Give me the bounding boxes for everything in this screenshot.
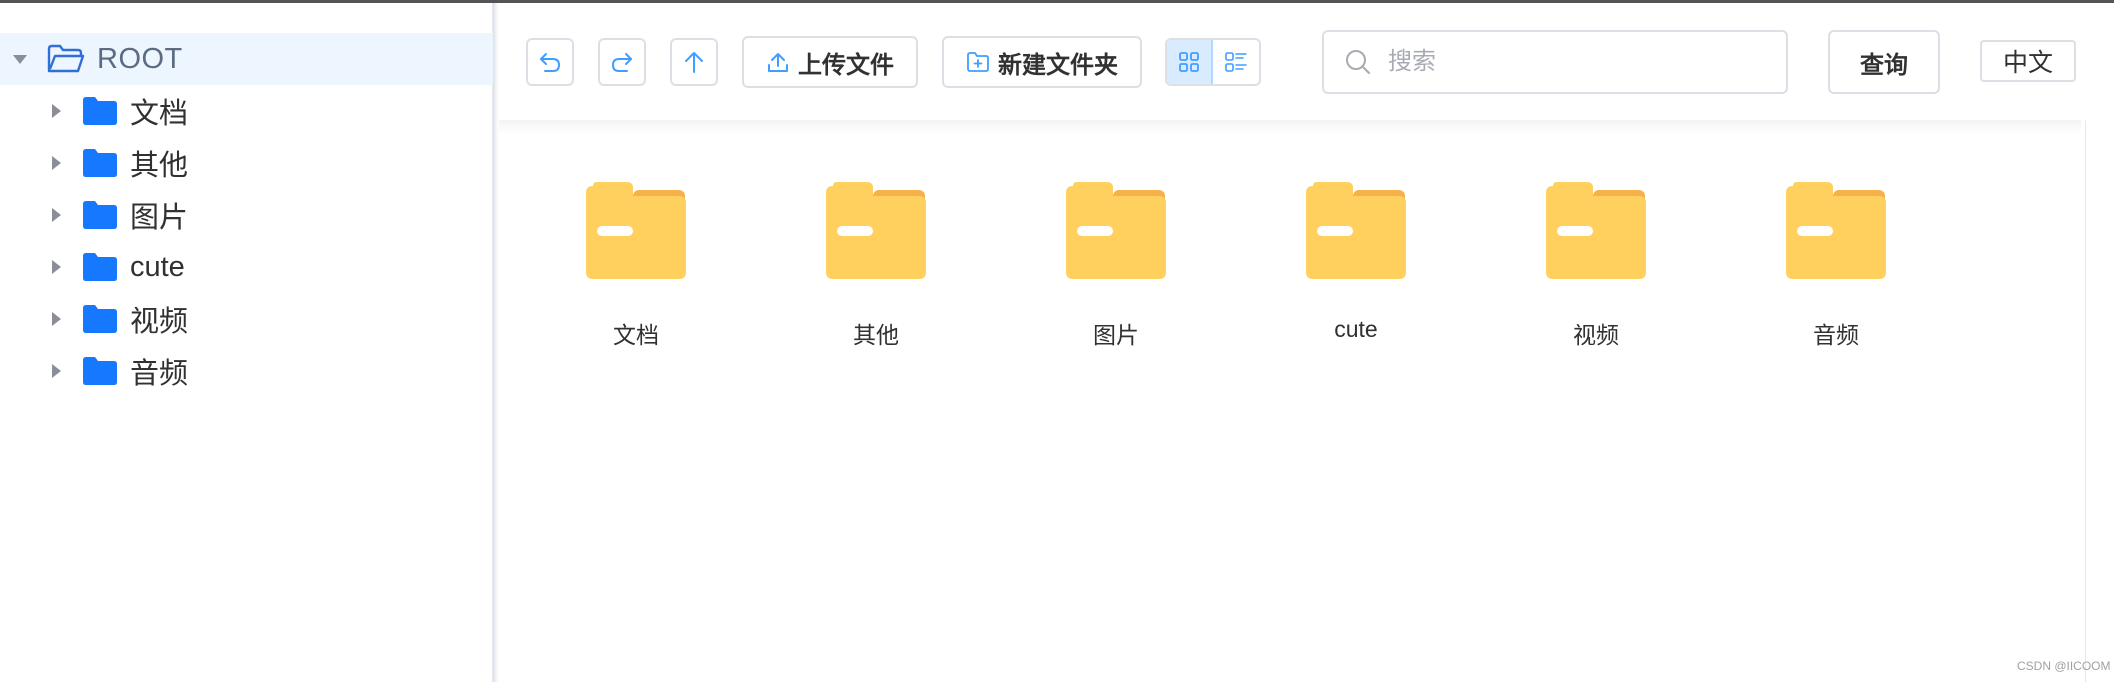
grid-view-button[interactable] <box>1167 40 1214 84</box>
language-switch-button[interactable]: 中文 <box>1980 40 2076 82</box>
folder-icon <box>83 97 117 125</box>
tree-node-audio[interactable]: 音频 <box>0 345 493 397</box>
list-view-button[interactable] <box>1213 40 1259 84</box>
folder-icon <box>1785 178 1887 286</box>
tree-node-label: cute <box>130 250 185 283</box>
query-button[interactable]: 查询 <box>1828 30 1940 94</box>
folder-item-audio[interactable]: 音频 <box>1756 178 1916 358</box>
folder-item-images[interactable]: 图片 <box>1036 178 1196 358</box>
folder-item-cute[interactable]: cute <box>1276 178 1436 358</box>
up-directory-button[interactable] <box>670 38 718 86</box>
folder-icon <box>1305 178 1407 286</box>
tree-node-label: ROOT <box>97 42 183 75</box>
new-folder-label: 新建文件夹 <box>998 51 1118 79</box>
folder-open-icon <box>47 44 85 74</box>
folder-icon <box>1065 178 1167 286</box>
new-folder-button[interactable]: 新建文件夹 <box>942 36 1142 88</box>
folder-item-docs[interactable]: 文档 <box>556 178 716 358</box>
folder-name: 文档 <box>613 322 659 348</box>
tree-node-images[interactable]: 图片 <box>0 189 493 241</box>
tree-node-cute[interactable]: cute <box>0 241 493 293</box>
grid-icon <box>1177 50 1201 74</box>
folder-name: 音频 <box>1813 322 1859 348</box>
folder-icon <box>83 253 117 281</box>
content-scrollbar-track[interactable] <box>2085 120 2086 682</box>
tree-node-label: 音频 <box>130 358 189 390</box>
search-icon <box>1344 48 1372 76</box>
undo-button[interactable] <box>526 38 574 86</box>
tree-node-docs[interactable]: 文档 <box>0 85 493 137</box>
folder-name: cute <box>1334 316 1378 342</box>
caret-right-icon[interactable] <box>52 312 61 326</box>
folder-icon <box>83 149 117 177</box>
sidebar-divider <box>493 3 499 682</box>
tree-node-other[interactable]: 其他 <box>0 137 493 189</box>
search-input[interactable] <box>1388 48 1768 76</box>
toolbar-separator <box>499 120 2081 134</box>
folder-icon <box>585 178 687 286</box>
language-label: 中文 <box>2002 49 2053 77</box>
caret-down-icon[interactable] <box>13 54 27 64</box>
redo-button[interactable] <box>598 38 646 86</box>
watermark-text: CSDN @IICOOM <box>2017 659 2111 673</box>
caret-right-icon[interactable] <box>52 208 61 222</box>
folder-name: 其他 <box>853 322 899 348</box>
tree-node-label: 图片 <box>130 202 189 234</box>
undo-icon <box>537 49 563 75</box>
tree-node-label: 其他 <box>130 150 189 182</box>
query-label: 查询 <box>1860 51 1908 79</box>
folder-icon <box>83 305 117 333</box>
list-icon <box>1224 50 1248 74</box>
tree-node-label: 视频 <box>130 306 189 338</box>
view-mode-toggle <box>1165 38 1261 86</box>
folder-add-icon <box>966 50 990 74</box>
folder-name: 图片 <box>1093 322 1139 348</box>
folder-item-videos[interactable]: 视频 <box>1516 178 1676 358</box>
tree-node-label: 文档 <box>130 98 189 130</box>
tree-node-videos[interactable]: 视频 <box>0 293 493 345</box>
caret-right-icon[interactable] <box>52 260 61 274</box>
caret-right-icon[interactable] <box>52 104 61 118</box>
folder-item-other[interactable]: 其他 <box>796 178 956 358</box>
upload-icon <box>766 50 790 74</box>
tree-node-root[interactable]: ROOT <box>0 33 493 85</box>
upload-file-button[interactable]: 上传文件 <box>742 36 918 88</box>
redo-icon <box>609 49 635 75</box>
folder-tree-sidebar: ROOT 文档 其他 图片 cute 视频 音频 <box>0 3 493 682</box>
caret-right-icon[interactable] <box>52 156 61 170</box>
folder-name: 视频 <box>1573 322 1619 348</box>
search-box <box>1322 30 1788 94</box>
upload-file-label: 上传文件 <box>798 51 894 79</box>
folder-icon <box>825 178 927 286</box>
folder-icon <box>83 357 117 385</box>
folder-icon <box>83 201 117 229</box>
arrow-up-icon <box>681 49 707 75</box>
folder-icon <box>1545 178 1647 286</box>
caret-right-icon[interactable] <box>52 364 61 378</box>
